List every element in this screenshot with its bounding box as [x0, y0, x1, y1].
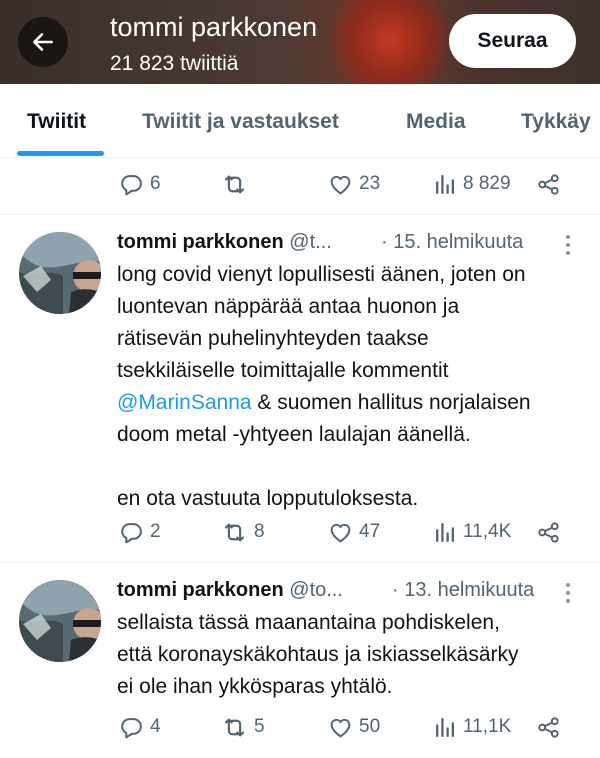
reply-icon	[119, 172, 144, 197]
tweet-date[interactable]: · 13. helmikuuta	[392, 579, 534, 602]
tweet-header: tommi parkkonen @t...	[117, 231, 332, 254]
tweet-text-line: @MarinSanna & suomen hallitus norjalaise…	[117, 387, 587, 419]
retweet-icon	[221, 171, 248, 198]
retweet-count: 5	[254, 716, 265, 737]
retweet-button[interactable]	[221, 169, 248, 199]
share-button[interactable]	[536, 712, 561, 742]
tweet-text-line: tsekkiläiselle toimittajalle kommentit	[117, 359, 449, 382]
author-handle[interactable]: @to...	[289, 579, 343, 601]
more-options-button[interactable]	[560, 233, 576, 257]
tweet-count: 21 823 twiittiä	[110, 52, 239, 75]
tab-media[interactable]: Media	[406, 110, 466, 134]
reply-icon	[119, 715, 144, 740]
tab-likes[interactable]: Tykkäy	[521, 110, 591, 134]
tweet-text-line: ei ole ihan ykkösparas yhtälö.	[117, 675, 393, 698]
active-tab-indicator	[17, 151, 104, 156]
author-name[interactable]: tommi parkkonen	[117, 231, 284, 253]
tweet-actions-top: 6 23 8 829	[0, 169, 600, 199]
avatar-image	[19, 580, 101, 662]
tweet-actions: 4 5 50 11,1K	[0, 712, 600, 742]
like-button[interactable]: 23	[328, 169, 380, 199]
like-button[interactable]: 50	[328, 712, 380, 742]
header-banner-image	[330, 0, 450, 84]
reply-button[interactable]: 4	[119, 712, 161, 742]
reply-count: 6	[150, 173, 161, 194]
like-count: 47	[359, 521, 381, 542]
views-button[interactable]: 11,1K	[432, 712, 511, 742]
tweet-text-line: en ota vastuuta lopputuloksesta.	[117, 487, 419, 510]
tweet-date[interactable]: · 15. helmikuuta	[381, 231, 523, 254]
views-icon	[432, 172, 457, 197]
back-arrow-icon	[33, 33, 53, 51]
tweet-actions: 2 8 47 11,4K	[0, 517, 600, 547]
tab-tweets[interactable]: Twiitit	[27, 110, 86, 134]
tweet-text-line: doom metal -yhtyeen laulajan äänellä.	[117, 423, 471, 446]
like-count: 50	[359, 716, 381, 737]
follow-button[interactable]: Seuraa	[449, 14, 576, 68]
view-count: 8 829	[463, 173, 511, 194]
tab-tweets-and-replies[interactable]: Twiitit ja vastaukset	[142, 110, 339, 134]
mention-link[interactable]: @MarinSanna	[117, 391, 252, 414]
tweet-text: sellaista tässä maanantaina pohdiskelen,…	[117, 607, 587, 703]
profile-name: tommi parkkonen	[110, 12, 318, 42]
reply-count: 4	[150, 716, 161, 737]
tweet-text-line: long covid vienyt lopullisesti äänen, jo…	[117, 263, 526, 286]
tweet-header: tommi parkkonen @to...	[117, 579, 343, 602]
reply-button[interactable]: 2	[119, 517, 161, 547]
tweet[interactable]: tommi parkkonen @to... · 13. helmikuuta …	[0, 563, 600, 758]
tweet-text-line: luontevan näppärää antaa huonon ja	[117, 295, 460, 318]
back-button[interactable]	[18, 17, 68, 67]
views-icon	[432, 520, 457, 545]
like-button[interactable]: 47	[328, 517, 380, 547]
avatar-image	[19, 232, 101, 314]
more-icon	[560, 235, 576, 255]
views-button[interactable]: 11,4K	[432, 517, 511, 547]
tweet-text-line: sellaista tässä maanantaina pohdiskelen,	[117, 611, 500, 634]
tweet-text-line: että koronayskäkohtaus ja iskiasselkäsär…	[117, 643, 519, 666]
share-icon	[536, 715, 561, 740]
tweet-text: long covid vienyt lopullisesti äänen, jo…	[117, 259, 587, 515]
reply-button[interactable]: 6	[119, 169, 161, 199]
more-icon	[560, 583, 576, 603]
like-count: 23	[359, 173, 381, 194]
profile-header: tommi parkkonen 21 823 twiittiä Seuraa	[0, 0, 600, 84]
retweet-count: 8	[254, 521, 265, 542]
views-button[interactable]: 8 829	[432, 169, 511, 199]
like-icon	[328, 172, 353, 197]
view-count: 11,4K	[463, 521, 512, 542]
like-icon	[328, 715, 353, 740]
avatar[interactable]	[19, 232, 101, 314]
tweet-text-blank-line	[117, 451, 587, 483]
author-handle[interactable]: @t...	[289, 231, 332, 253]
tweet[interactable]: tommi parkkonen @t... · 15. helmikuuta l…	[0, 215, 600, 562]
retweet-button[interactable]: 8	[221, 517, 265, 547]
views-icon	[432, 715, 457, 740]
reply-count: 2	[150, 521, 161, 542]
avatar[interactable]	[19, 580, 101, 662]
tweet-text-line: rätisevän puhelinyhteyden taakse	[117, 327, 429, 350]
retweet-icon	[221, 714, 248, 741]
share-button[interactable]	[536, 169, 561, 199]
reply-icon	[119, 520, 144, 545]
author-name[interactable]: tommi parkkonen	[117, 579, 284, 601]
more-options-button[interactable]	[560, 581, 576, 605]
retweet-icon	[221, 519, 248, 546]
profile-tabs: Twiitit Twiitit ja vastaukset Media Tykk…	[0, 84, 600, 158]
retweet-button[interactable]: 5	[221, 712, 265, 742]
tweet-text-fragment: & suomen hallitus norjalaisen	[251, 391, 531, 414]
share-icon	[536, 172, 561, 197]
view-count: 11,1K	[463, 716, 512, 737]
share-icon	[536, 520, 561, 545]
like-icon	[328, 520, 353, 545]
share-button[interactable]	[536, 517, 561, 547]
